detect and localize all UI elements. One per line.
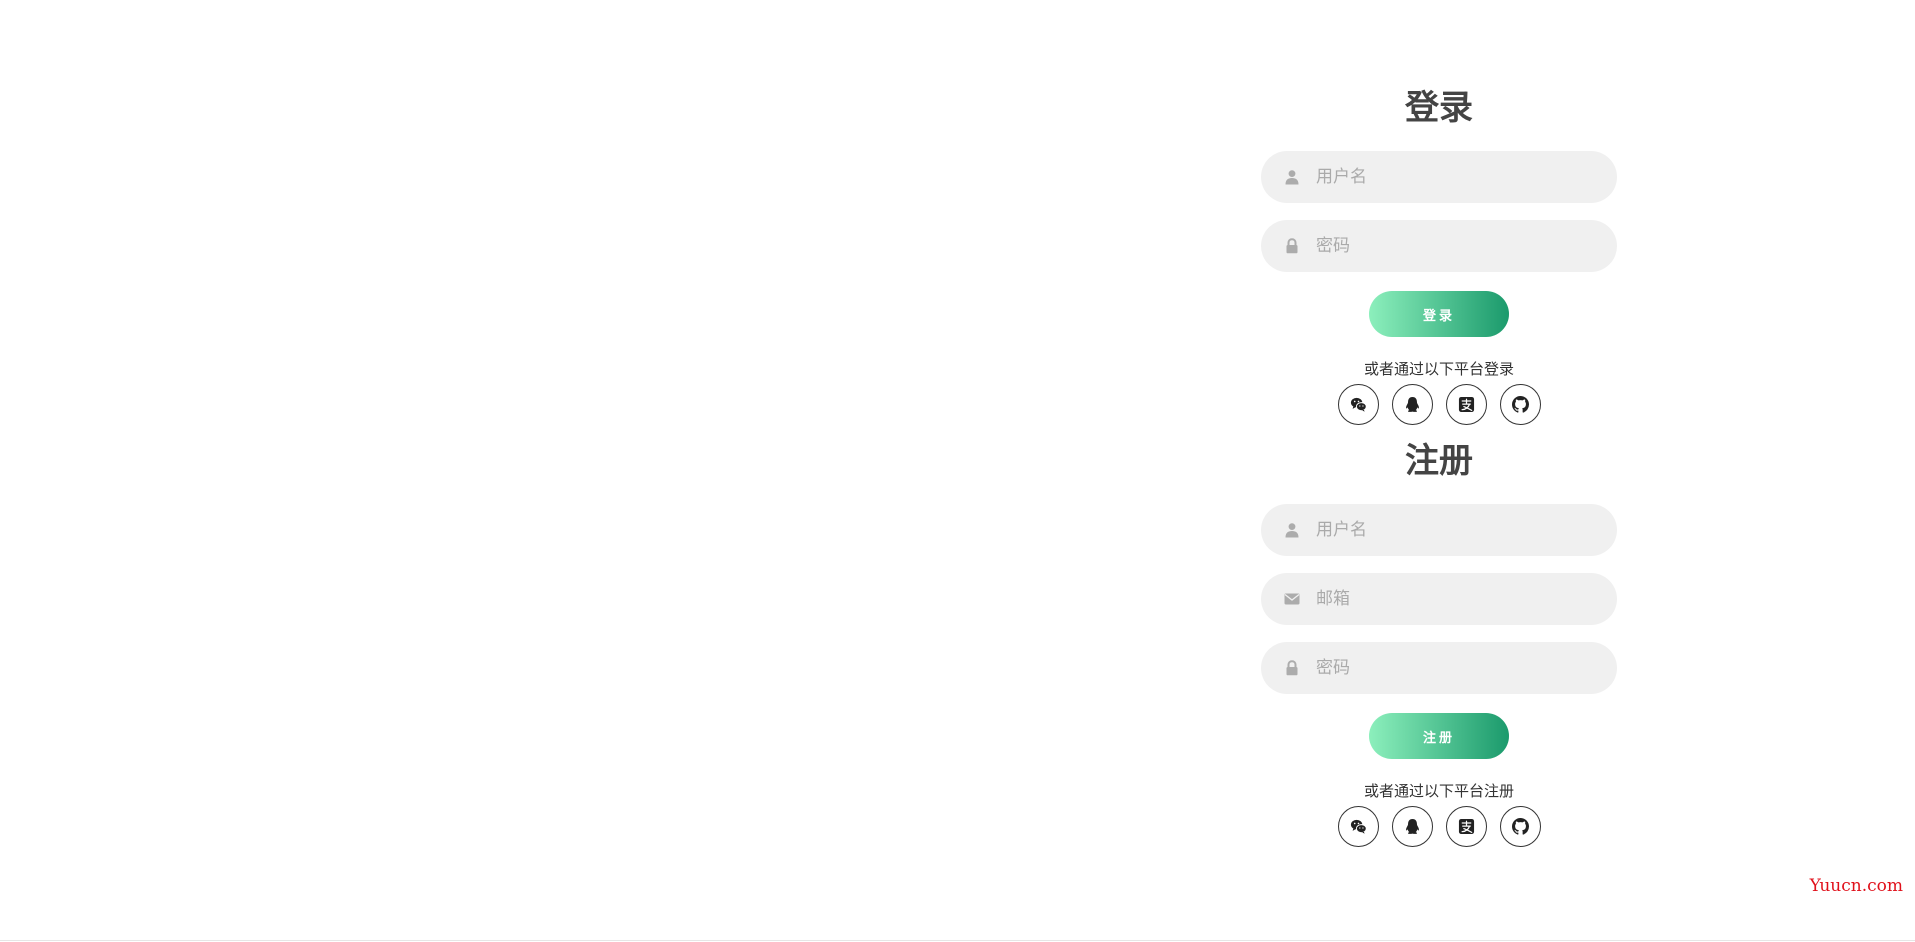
- qq-icon: [1404, 818, 1421, 835]
- login-username-input[interactable]: [1316, 167, 1566, 187]
- login-alipay-button[interactable]: [1445, 384, 1487, 425]
- alipay-icon: [1458, 818, 1475, 835]
- register-password-input[interactable]: [1316, 658, 1566, 678]
- register-button[interactable]: 注册: [1369, 713, 1509, 759]
- login-social-text: 或者通过以下平台登录: [1363, 360, 1514, 378]
- login-password-input[interactable]: [1316, 236, 1566, 256]
- alipay-icon: [1458, 396, 1475, 413]
- login-wechat-button[interactable]: [1337, 384, 1379, 425]
- login-password-field[interactable]: [1261, 220, 1617, 272]
- login-username-field[interactable]: [1261, 151, 1617, 203]
- register-social-text: 或者通过以下平台注册: [1363, 782, 1514, 800]
- register-username-input[interactable]: [1316, 520, 1566, 540]
- github-icon: [1511, 396, 1529, 413]
- login-form: 登录 登录 或者通过以下平台登录: [1261, 82, 1617, 425]
- login-github-button[interactable]: [1499, 384, 1541, 425]
- lock-icon: [1283, 238, 1300, 255]
- user-icon: [1283, 522, 1300, 539]
- register-wechat-button[interactable]: [1337, 806, 1379, 847]
- bottom-divider: [0, 940, 1915, 941]
- github-icon: [1511, 818, 1529, 835]
- envelope-icon: [1283, 591, 1300, 608]
- register-email-input[interactable]: [1316, 589, 1566, 609]
- register-title: 注册: [1405, 441, 1473, 481]
- register-username-field[interactable]: [1261, 504, 1617, 556]
- watermark-text: Yuucn.com: [1809, 876, 1903, 896]
- register-alipay-button[interactable]: [1445, 806, 1487, 847]
- register-form: 注册 注册 或者通过以下平台注册: [1261, 435, 1617, 847]
- login-title: 登录: [1405, 88, 1473, 128]
- login-button[interactable]: 登录: [1369, 291, 1509, 337]
- login-social-row: [1261, 384, 1617, 425]
- register-qq-button[interactable]: [1391, 806, 1433, 847]
- login-qq-button[interactable]: [1391, 384, 1433, 425]
- register-email-field[interactable]: [1261, 573, 1617, 625]
- register-social-row: [1261, 806, 1617, 847]
- qq-icon: [1404, 396, 1421, 413]
- register-password-field[interactable]: [1261, 642, 1617, 694]
- user-icon: [1283, 169, 1300, 186]
- register-github-button[interactable]: [1499, 806, 1541, 847]
- wechat-icon: [1350, 818, 1367, 835]
- wechat-icon: [1350, 396, 1367, 413]
- lock-icon: [1283, 660, 1300, 677]
